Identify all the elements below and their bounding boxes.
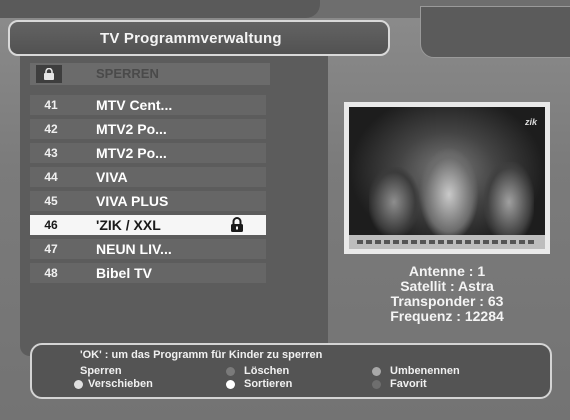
umbenennen-key-icon <box>372 367 381 376</box>
antenne-label: Antenne : 1 <box>408 263 486 279</box>
sortieren-action[interactable]: Sortieren <box>244 378 292 390</box>
preview-frame: zik <box>344 102 550 254</box>
transponder-info: Antenne : 1 Satellit : Astra Transponder… <box>344 264 550 324</box>
channel-logo: zik <box>524 117 537 127</box>
transponder-label: Transponder : 63 <box>390 293 504 309</box>
channel-name: MTV Cent... <box>96 97 173 113</box>
sperren-action[interactable]: Sperren <box>80 365 122 377</box>
loeschen-key-icon <box>226 367 235 376</box>
channel-name: MTV2 Po... <box>96 145 167 161</box>
channel-number: 45 <box>44 194 58 208</box>
verschieben-key-icon <box>74 380 83 389</box>
channel-name: MTV2 Po... <box>96 121 167 137</box>
channel-row[interactable]: 45 VIVA PLUS <box>30 191 266 211</box>
favorit-action[interactable]: Favorit <box>390 378 427 390</box>
lock-icon <box>230 217 244 233</box>
channel-number: 44 <box>44 170 58 184</box>
verschieben-action[interactable]: Verschieben <box>88 378 153 390</box>
channel-row[interactable]: 47 NEUN LIV... <box>30 239 266 259</box>
page-title: TV Programmverwaltung <box>100 30 282 47</box>
frequenz-label: Frequenz : 12284 <box>390 308 504 324</box>
channel-row[interactable]: 42 MTV2 Po... <box>30 119 266 139</box>
help-title: 'OK' : um das Programm für Kinder zu spe… <box>80 349 323 361</box>
satellit-label: Satellit : Astra <box>400 278 494 294</box>
channel-row[interactable]: 41 MTV Cent... <box>30 95 266 115</box>
screen: TV Programmverwaltung SPERREN 41 MTV Cent… <box>0 0 570 420</box>
help-box: 'OK' : um das Programm für Kinder zu spe… <box>30 343 552 399</box>
channel-number: 43 <box>44 146 58 160</box>
preview-ticker <box>349 235 545 249</box>
channel-row[interactable]: 44 VIVA <box>30 167 266 187</box>
loeschen-action[interactable]: Löschen <box>244 365 289 377</box>
lock-icon <box>36 65 62 83</box>
right-tab <box>420 6 570 58</box>
channel-name: NEUN LIV... <box>96 241 172 257</box>
channel-number: 42 <box>44 122 58 136</box>
channel-name: VIVA <box>96 169 128 185</box>
favorit-key-icon <box>372 380 381 389</box>
channel-number: 47 <box>44 242 58 256</box>
channel-name: 'ZIK / XXL <box>96 217 161 233</box>
list-header-label: SPERREN <box>96 66 159 81</box>
umbenennen-action[interactable]: Umbenennen <box>390 365 460 377</box>
channel-number: 41 <box>44 98 58 112</box>
channel-name: Bibel TV <box>96 265 153 281</box>
channel-number: 46 <box>44 218 58 232</box>
channel-name: VIVA PLUS <box>96 193 169 209</box>
title-box: TV Programmverwaltung <box>8 20 390 56</box>
channel-number: 48 <box>44 266 58 280</box>
sortieren-key-icon <box>226 380 235 389</box>
channel-preview-image: zik <box>349 107 545 249</box>
channel-row[interactable]: 43 MTV2 Po... <box>30 143 266 163</box>
channel-row[interactable]: 48 Bibel TV <box>30 263 266 283</box>
list-header: SPERREN <box>30 63 270 85</box>
channel-row[interactable]: 46 'ZIK / XXL <box>30 215 266 235</box>
